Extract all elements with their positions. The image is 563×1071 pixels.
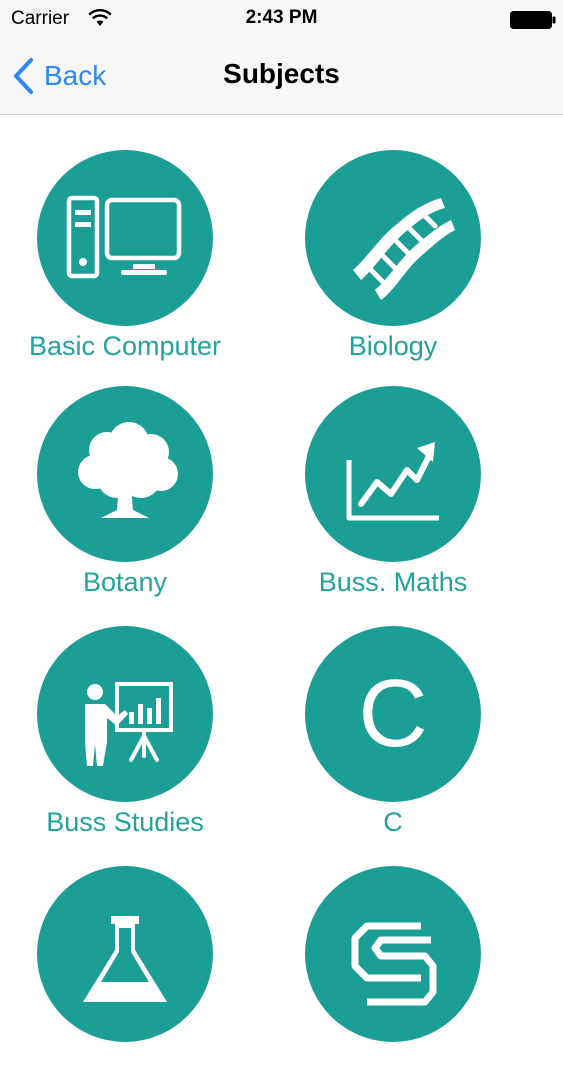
subject-circle: C [305,626,481,802]
subjects-grid: Basic Computer Biology Botany Buss. Math… [0,115,563,1042]
subject-tile-flask[interactable] [0,831,250,1071]
flask-icon [83,916,167,1002]
subject-tile-biology[interactable]: Biology [263,115,513,361]
tree-icon [78,422,178,518]
subject-tile-buss-studies[interactable]: Buss Studies [0,591,250,837]
subject-circle [305,150,481,326]
presentation-icon [85,682,173,766]
battery-icon [510,11,556,29]
subject-circle [37,626,213,802]
cs-logo-icon [351,922,437,1006]
subject-tile-basic-computer[interactable]: Basic Computer [0,115,250,361]
subject-tile-buss-maths[interactable]: Buss. Maths [263,351,513,597]
computer-icon [66,195,182,279]
subject-circle [305,866,481,1042]
subject-tile-cs[interactable] [263,831,513,1071]
letter-c-icon: C [358,660,428,767]
subject-circle [37,386,213,562]
dna-icon [353,198,455,300]
subject-circle [37,866,213,1042]
subject-tile-botany[interactable]: Botany [0,351,250,597]
subject-tile-c[interactable]: C C [263,591,513,837]
status-bar: Carrier 2:43 PM [0,0,563,38]
growth-chart-icon [346,442,439,521]
navigation-bar: Back Subjects [0,38,563,115]
status-time: 2:43 PM [245,7,318,28]
page-title: Subjects [223,58,340,89]
subject-circle [305,386,481,562]
subject-circle [37,150,213,326]
